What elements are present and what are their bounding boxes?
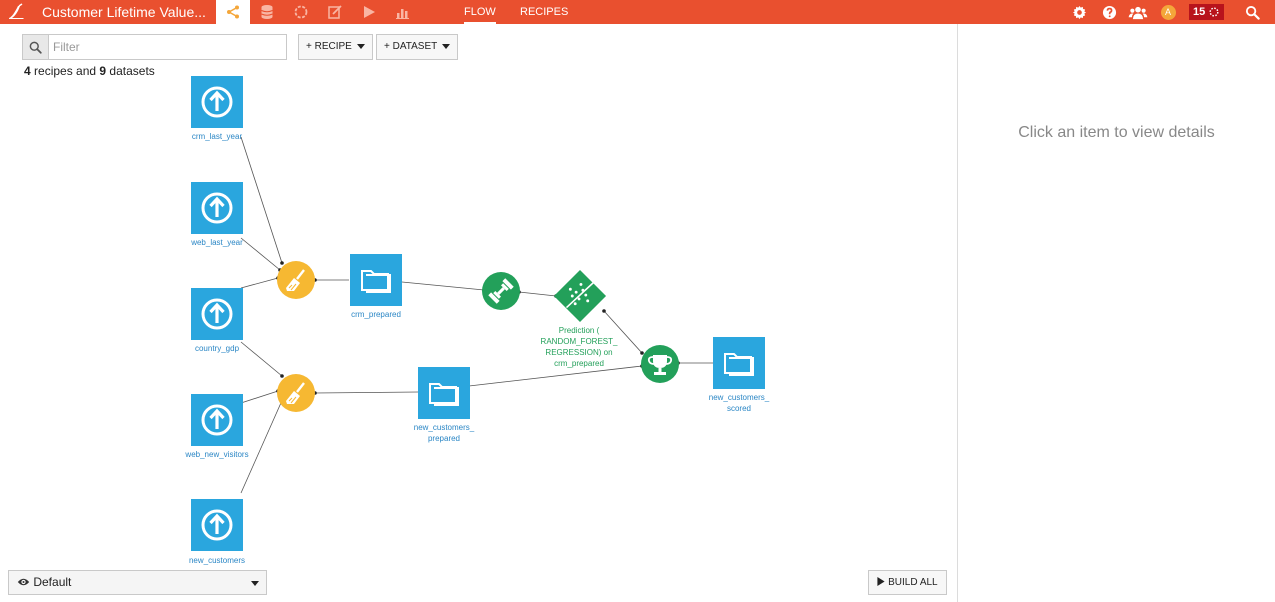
dataset-label-country-gdp: country_gdp: [194, 344, 240, 353]
label-line: prepared: [427, 434, 461, 443]
dataset-label-new-customers: new_customers: [188, 556, 246, 565]
loading-spinner-icon: [1209, 7, 1219, 17]
prepare-recipe-2[interactable]: [277, 374, 315, 412]
panel-divider: [957, 24, 958, 602]
notification-count: 15: [1193, 6, 1206, 18]
tab-flow[interactable]: FLOW: [464, 0, 496, 24]
saved-model-node[interactable]: [553, 269, 607, 323]
help-icon[interactable]: [1099, 0, 1119, 24]
dataset-node-new-customers[interactable]: [191, 499, 243, 551]
top-nav-bar: Customer Lifetime Value... FLOW RECIPES …: [0, 0, 1275, 24]
dataset-node-web-last-year[interactable]: [191, 182, 243, 234]
chevron-down-icon: [251, 581, 259, 586]
datasets-icon[interactable]: [250, 0, 284, 24]
dataset-node-country-gdp[interactable]: [191, 288, 243, 340]
label-line: crm_prepared: [554, 359, 604, 368]
flow-icon[interactable]: [216, 0, 250, 24]
dataiku-logo[interactable]: [0, 0, 34, 24]
notebooks-icon[interactable]: [318, 0, 352, 24]
dataset-node-crm-last-year[interactable]: [191, 76, 243, 128]
people-icon[interactable]: [1126, 0, 1150, 24]
saved-model-label: Prediction ( RANDOM_FOREST_ REGRESSION) …: [531, 325, 627, 369]
dataset-node-web-new-visitors[interactable]: [191, 394, 243, 446]
project-title[interactable]: Customer Lifetime Value...: [34, 0, 216, 24]
train-recipe[interactable]: [482, 272, 520, 310]
dataset-label-web-new-visitors: web_new_visitors: [185, 450, 249, 459]
details-placeholder: Click an item to view details: [1018, 124, 1215, 141]
gear-icon[interactable]: [1069, 0, 1089, 24]
notifications-badge[interactable]: 15: [1189, 4, 1224, 20]
avatar[interactable]: A: [1159, 0, 1177, 24]
label-line: new_customers_: [708, 393, 770, 402]
label-line: new_customers_: [413, 423, 475, 432]
build-all-button[interactable]: BUILD ALL: [868, 570, 947, 595]
label-line: RANDOM_FOREST_: [540, 337, 618, 346]
score-recipe[interactable]: [641, 345, 679, 383]
flow-canvas[interactable]: crm_last_year web_last_year country_gdp …: [0, 24, 957, 602]
dataset-label-new-customers-scored: new_customers_ scored: [694, 392, 784, 414]
dataset-node-new-customers-scored[interactable]: [713, 337, 765, 389]
scenarios-icon[interactable]: [352, 0, 386, 24]
label-line: REGRESSION) on: [545, 348, 613, 357]
dataset-label-web-last-year: web_last_year: [191, 238, 243, 247]
dataset-label-crm-last-year: crm_last_year: [191, 132, 243, 141]
dataset-label-new-customers-prepared: new_customers_ prepared: [399, 422, 489, 444]
label-line: Prediction (: [558, 326, 600, 335]
search-icon[interactable]: [1242, 0, 1262, 24]
dataset-label-crm-prepared: crm_prepared: [351, 310, 401, 319]
tab-recipes[interactable]: RECIPES: [520, 0, 568, 24]
play-icon: [877, 577, 885, 586]
prepare-recipe-1[interactable]: [277, 261, 315, 299]
build-all-label: BUILD ALL: [888, 577, 938, 588]
flow-graph: [191, 76, 765, 551]
view-select-label: Default: [33, 575, 72, 589]
label-line: scored: [726, 404, 751, 413]
models-icon[interactable]: [284, 0, 318, 24]
eye-icon: [17, 578, 30, 586]
dataset-node-new-customers-prepared[interactable]: [418, 367, 470, 419]
dataset-node-crm-prepared[interactable]: [350, 254, 402, 306]
dashboards-icon[interactable]: [386, 0, 420, 24]
view-select[interactable]: Default: [8, 570, 267, 595]
avatar-letter: A: [1160, 4, 1176, 20]
